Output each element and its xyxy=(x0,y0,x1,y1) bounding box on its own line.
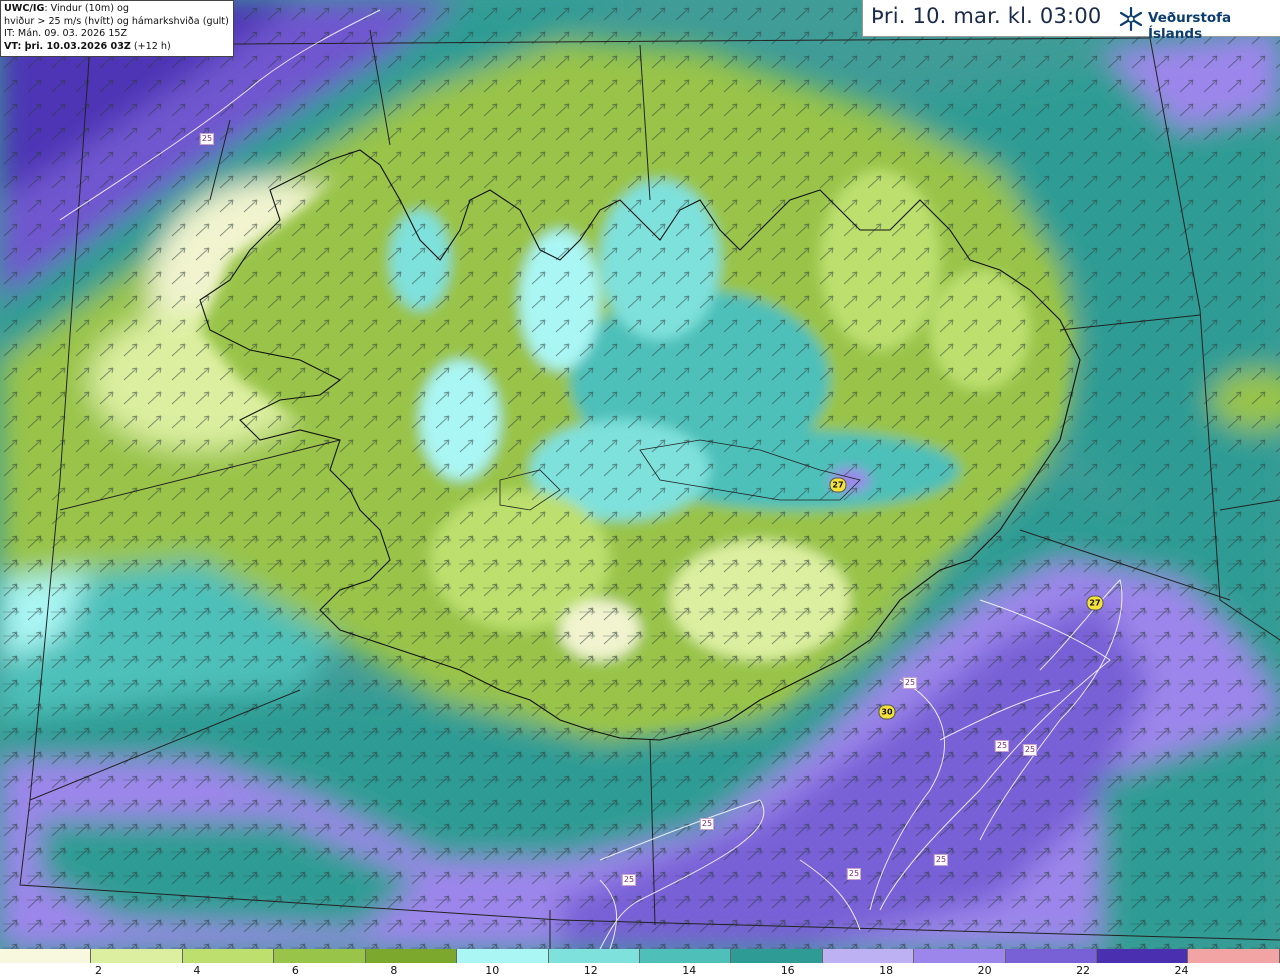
max-gust-badge[interactable]: 27 xyxy=(1086,595,1104,611)
legend-tick-label: 12 xyxy=(583,964,598,977)
legend-tick-label: 14 xyxy=(682,964,697,977)
legend-swatch xyxy=(0,949,92,963)
contour-label: 25 xyxy=(994,740,1010,752)
legend-tick-label: 24 xyxy=(1174,964,1189,977)
legend-tick-label: 20 xyxy=(977,964,992,977)
legend-tick-label: 8 xyxy=(390,964,398,977)
legend-bar xyxy=(0,949,1280,963)
legend-swatch xyxy=(822,949,915,963)
legend-tick-label: 10 xyxy=(485,964,500,977)
valid-time-line: VT: þri. 10.03.2026 03Z (+12 h) xyxy=(4,41,230,54)
legend-swatch xyxy=(182,949,275,963)
legend-tick-label: 2 xyxy=(94,964,102,977)
lead-time: (+12 h) xyxy=(130,40,171,52)
legend-tick-label: 6 xyxy=(291,964,299,977)
legend-swatch xyxy=(639,949,732,963)
max-gust-badge[interactable]: 30 xyxy=(878,704,896,720)
legend-swatch xyxy=(91,949,183,963)
legend-swatch xyxy=(1097,949,1189,963)
legend-swatch xyxy=(1188,949,1280,963)
color-legend: 2 4 6 8 10 12 14 16 18 20 22 24 xyxy=(0,949,1280,978)
legend-swatch xyxy=(457,949,549,963)
vedurstofa-logo[interactable]: Veðurstofa Íslands xyxy=(1118,6,1278,42)
contour-label: 25 xyxy=(902,677,918,689)
legend-swatch xyxy=(1005,949,1098,963)
valid-time: VT: þri. 10.03.2026 03Z xyxy=(4,40,131,52)
product-line-1: UWC/IG: Vindur (10m) og xyxy=(4,3,230,16)
wind-speed-map[interactable] xyxy=(0,0,1280,949)
brand-name: Veðurstofa Íslands xyxy=(1148,10,1232,42)
product-desc: : Vindur (10m) og xyxy=(44,3,129,14)
contour-label: 25 xyxy=(1022,744,1038,756)
legend-tick-label: 22 xyxy=(1076,964,1091,977)
legend-swatch xyxy=(365,949,458,963)
init-time: IT: Mán. 09. 03. 2026 15Z xyxy=(4,28,128,39)
legend-swatch xyxy=(548,949,640,963)
contour-label: 25 xyxy=(199,133,215,145)
forecast-time-title: Þri. 10. mar. kl. 03:00 xyxy=(871,4,1102,28)
contour-label: 25 xyxy=(933,854,949,866)
contour-label: 25 xyxy=(621,874,637,886)
legend-tick-label: 16 xyxy=(780,964,795,977)
legend-tick-label: 18 xyxy=(879,964,894,977)
contour-label: 25 xyxy=(699,818,715,830)
legend-ticks: 2 4 6 8 10 12 14 16 18 20 22 24 xyxy=(0,964,1280,978)
legend-swatch xyxy=(731,949,823,963)
legend-tick-label: 4 xyxy=(193,964,201,977)
max-gust-badge[interactable]: 27 xyxy=(829,477,847,493)
snowflake-icon xyxy=(1119,6,1143,32)
legend-swatch xyxy=(914,949,1006,963)
legend-swatch xyxy=(274,949,366,963)
product-code: UWC/IG xyxy=(4,3,45,14)
title-bar: Þri. 10. mar. kl. 03:00 Veðurstofa Íslan… xyxy=(862,0,1280,42)
forecast-map-view: 27 27 30 25 25 25 25 25 25 25 25 25 UWC/… xyxy=(0,0,1280,978)
product-info-box: UWC/IG: Vindur (10m) og hviður > 25 m/s … xyxy=(0,0,234,57)
product-line-2: hviður > 25 m/s (hvítt) og hámarkshviða … xyxy=(4,15,229,27)
contour-label: 25 xyxy=(846,868,862,880)
